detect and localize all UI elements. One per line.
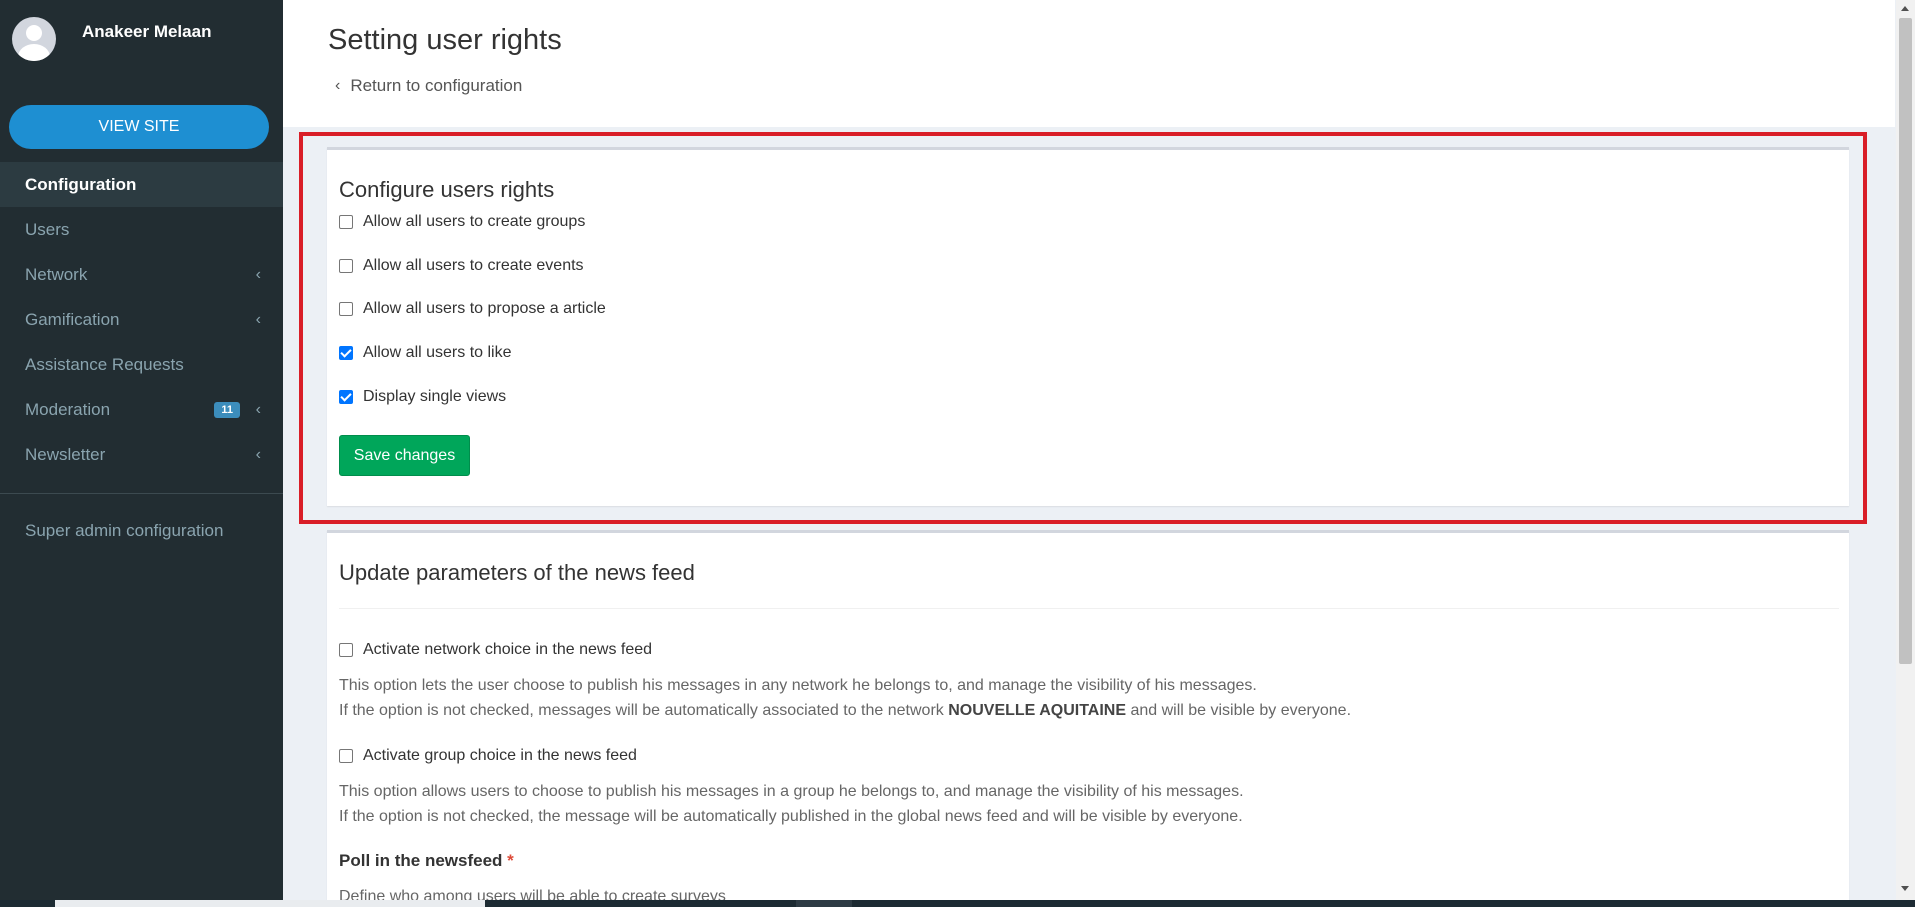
sidebar-item-label: Network: [25, 264, 88, 284]
option-label: Allow all users to create events: [363, 257, 584, 274]
option-single-views[interactable]: Display single views: [339, 388, 506, 406]
help-line: If the option is not checked, the messag…: [339, 808, 1243, 825]
view-site-button[interactable]: VIEW SITE: [9, 105, 269, 149]
help-text: If the option is not checked, messages w…: [339, 702, 949, 719]
poll-label-text: Poll in the newsfeed: [339, 851, 503, 870]
poll-label: Poll in the newsfeed *: [339, 851, 514, 871]
single-views-checkbox[interactable]: [339, 390, 353, 404]
users-rights-panel: Configure users rights Allow all users t…: [327, 147, 1849, 506]
sidebar-item-users[interactable]: Users: [0, 207, 283, 252]
avatar[interactable]: [12, 17, 56, 61]
option-like[interactable]: Allow all users to like: [339, 344, 512, 362]
chevron-left-icon: ‹: [335, 77, 341, 94]
option-propose-article[interactable]: Allow all users to propose a article: [339, 300, 606, 318]
create-events-checkbox[interactable]: [339, 259, 353, 273]
sidebar-item-configuration[interactable]: Configuration: [0, 162, 283, 207]
chevron-left-icon: ‹: [255, 445, 261, 463]
option-label: Allow all users to like: [363, 344, 512, 361]
help-text: and will be visible by everyone.: [1126, 702, 1352, 719]
content-header: Setting user rights ‹ Return to configur…: [283, 0, 1895, 127]
group-choice-help: This option allows users to choose to pu…: [339, 779, 1244, 829]
sidebar-item-newsletter[interactable]: Newsletter ‹: [0, 432, 283, 477]
sidebar: Anakeer Melaan VIEW SITE Configuration U…: [0, 0, 283, 907]
page-title: Setting user rights: [328, 24, 562, 56]
option-label: Activate network choice in the news feed: [363, 641, 653, 658]
sidebar-item-label: Users: [25, 219, 70, 239]
chevron-left-icon: ‹: [255, 310, 261, 328]
network-name: NOUVELLE AQUITAINE: [948, 702, 1126, 719]
sidebar-menu: Configuration Users Network ‹ Gamificati…: [0, 162, 283, 477]
sidebar-item-label: Gamification: [25, 309, 120, 329]
like-checkbox[interactable]: [339, 346, 353, 360]
sidebar-item-network[interactable]: Network ‹: [0, 252, 283, 297]
propose-article-checkbox[interactable]: [339, 302, 353, 316]
sidebar-item-gamification[interactable]: Gamification ‹: [0, 297, 283, 342]
network-choice-help: This option lets the user choose to publ…: [339, 673, 1351, 723]
option-label: Display single views: [363, 388, 507, 405]
sidebar-item-assistance-requests[interactable]: Assistance Requests: [0, 342, 283, 387]
option-label: Activate group choice in the news feed: [363, 747, 637, 764]
page-scrollbar[interactable]: [1896, 0, 1915, 900]
user-name: Anakeer Melaan: [82, 22, 212, 41]
sidebar-item-label: Newsletter: [25, 444, 106, 464]
chevron-left-icon: ‹: [255, 265, 261, 283]
taskbar-segment: [55, 900, 485, 907]
newsfeed-panel: Update parameters of the news feed Activ…: [327, 530, 1849, 907]
sidebar-item-label: Assistance Requests: [25, 354, 184, 374]
newsfeed-title: Update parameters of the news feed: [339, 560, 695, 585]
help-line: This option allows users to choose to pu…: [339, 783, 1244, 800]
option-create-groups[interactable]: Allow all users to create groups: [339, 213, 585, 231]
help-line: This option lets the user choose to publ…: [339, 677, 1257, 694]
network-choice-checkbox[interactable]: [339, 643, 353, 657]
taskbar-fragment: [0, 900, 1915, 907]
help-line: If the option is not checked, messages w…: [339, 698, 1351, 723]
option-group-choice[interactable]: Activate group choice in the news feed: [339, 747, 637, 765]
option-create-events[interactable]: Allow all users to create events: [339, 257, 584, 275]
main-content: Setting user rights ‹ Return to configur…: [283, 0, 1895, 907]
required-marker: *: [507, 851, 514, 870]
newsfeed-divider: [339, 608, 1839, 609]
return-to-configuration-link[interactable]: ‹ Return to configuration: [335, 76, 522, 96]
avatar-head: [26, 25, 42, 41]
scroll-up-arrow-icon[interactable]: [1901, 6, 1909, 11]
create-groups-checkbox[interactable]: [339, 215, 353, 229]
moderation-count-badge: 11: [214, 401, 240, 418]
group-choice-checkbox[interactable]: [339, 749, 353, 763]
sidebar-item-super-admin[interactable]: Super admin configuration: [25, 521, 223, 541]
scroll-down-arrow-icon[interactable]: [1901, 886, 1909, 891]
scrollbar-thumb[interactable]: [1899, 18, 1912, 664]
chevron-left-icon: ‹: [255, 400, 261, 418]
avatar-body: [18, 44, 50, 61]
users-rights-title: Configure users rights: [339, 177, 555, 202]
save-changes-button[interactable]: Save changes: [339, 435, 470, 476]
sidebar-item-label: Moderation: [25, 399, 111, 419]
return-link-label: Return to configuration: [350, 76, 523, 95]
option-network-choice[interactable]: Activate network choice in the news feed: [339, 641, 652, 659]
sidebar-item-moderation[interactable]: Moderation 11 ‹: [0, 387, 283, 432]
sidebar-item-label: Configuration: [25, 174, 137, 194]
option-label: Allow all users to create groups: [363, 213, 586, 230]
sidebar-divider: [0, 493, 283, 494]
option-label: Allow all users to propose a article: [363, 300, 606, 317]
taskbar-segment: [796, 900, 852, 907]
